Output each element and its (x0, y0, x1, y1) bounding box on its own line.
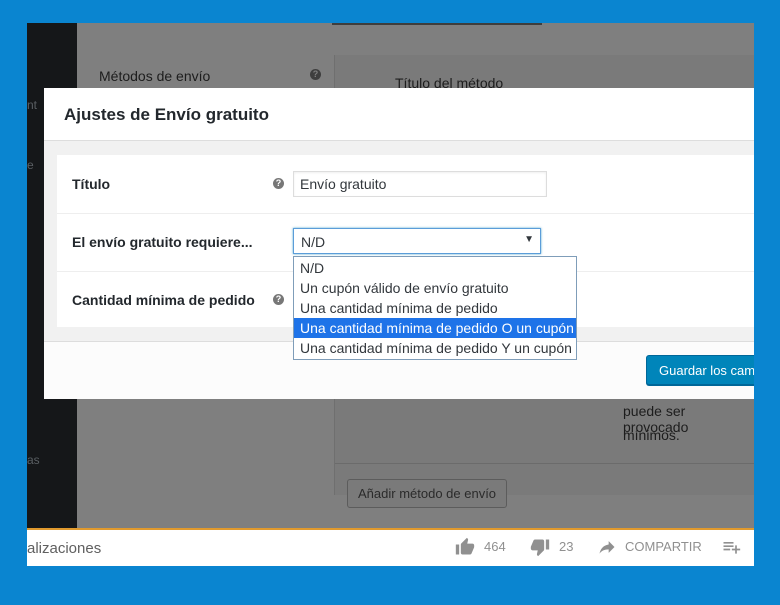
video-info-bar: alizaciones 464 23 COMPARTIR (27, 528, 754, 566)
requires-label: El envío gratuito requiere... (72, 234, 253, 250)
thumbs-down-icon[interactable] (530, 537, 550, 557)
dropdown-option[interactable]: Una cantidad mínima de pedido (294, 298, 576, 318)
divider (332, 23, 542, 25)
requires-select-value: N/D (301, 234, 326, 250)
dropdown-option[interactable]: Un cupón válido de envío gratuito (294, 278, 576, 298)
chevron-down-icon: ▼ (524, 234, 534, 245)
help-icon[interactable]: ? (273, 178, 284, 189)
dropdown-option[interactable]: N/D (294, 258, 576, 278)
background-text: mínimos. (623, 427, 680, 443)
modal-title: Ajustes de Envío gratuito (64, 105, 269, 124)
divider (335, 463, 754, 464)
thumbs-up-icon[interactable] (455, 537, 475, 557)
save-changes-button[interactable]: Guardar los cambios (646, 355, 754, 385)
dropdown-option-highlighted[interactable]: Una cantidad mínima de pedido O un cupón (294, 318, 576, 338)
screen: nt e as Métodos de envío ? Título del mé… (27, 23, 754, 566)
dislike-count: 23 (559, 539, 574, 554)
dropdown-option[interactable]: Una cantidad mínima de pedido Y un cupón (294, 338, 576, 358)
add-shipping-method-button[interactable]: Añadir método de envío (347, 479, 508, 508)
sidebar-fragment: e (27, 158, 34, 172)
title-input[interactable] (293, 171, 547, 197)
share-icon[interactable] (597, 537, 617, 557)
help-icon[interactable]: ? (273, 294, 284, 305)
min-amount-label: Cantidad mínima de pedido (72, 292, 255, 308)
help-icon: ? (310, 69, 321, 80)
form-row-title: Título ? (57, 155, 754, 214)
title-label: Título (72, 176, 111, 192)
shipping-methods-label: Métodos de envío (99, 68, 211, 84)
like-count: 464 (484, 539, 506, 554)
requires-dropdown-list: N/D Un cupón válido de envío gratuito Un… (293, 256, 577, 360)
sidebar-fragment: as (27, 453, 40, 467)
share-button[interactable]: COMPARTIR (625, 539, 702, 554)
sidebar-fragment: nt (27, 98, 38, 112)
requires-select[interactable]: N/D ▼ (293, 228, 541, 254)
add-to-playlist-icon[interactable] (721, 537, 741, 557)
view-count: alizaciones (27, 540, 102, 557)
modal-header: Ajustes de Envío gratuito (44, 88, 754, 141)
